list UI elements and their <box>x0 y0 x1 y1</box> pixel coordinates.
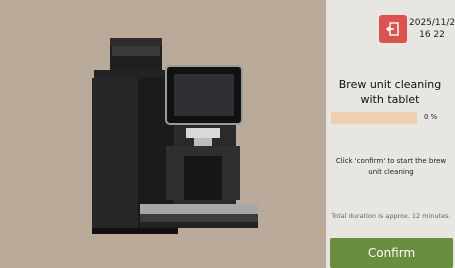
instruction-text: Click 'confirm' to start the brew unit c… <box>335 157 447 176</box>
progress-label: 0 % <box>424 113 438 121</box>
machine-panel <box>0 0 326 268</box>
time-text: 16 22 <box>419 30 445 40</box>
date-time: 2025/11/28 16 22 <box>409 17 455 41</box>
confirm-button[interactable]: Confirm <box>330 238 453 268</box>
duration-note: Total duration is approx. 12 minutes. <box>331 212 451 220</box>
date-text: 2025/11/28 <box>409 18 455 28</box>
coffee-machine-image <box>92 38 258 234</box>
exit-icon <box>386 22 399 36</box>
page-title: Brew unit cleaning with tablet <box>338 78 442 106</box>
progress-bar <box>331 112 417 124</box>
screen: 2025/11/28 16 22 Brew unit cleaning with… <box>0 0 455 268</box>
exit-button[interactable] <box>379 15 407 43</box>
